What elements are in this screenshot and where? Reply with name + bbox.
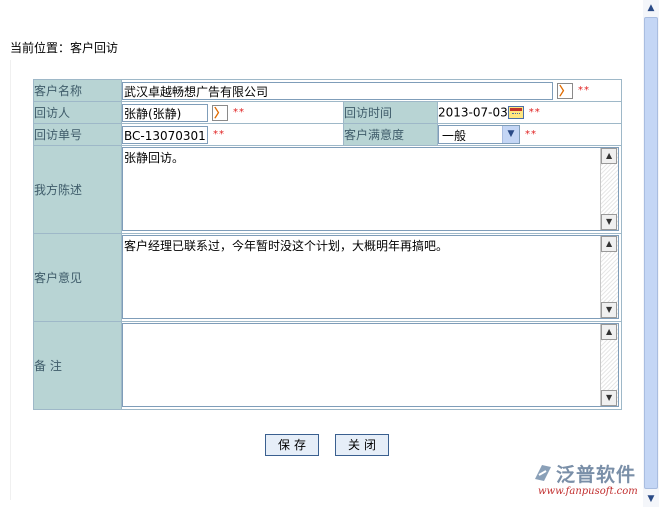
row-customer-opinion: 客户意见 客户经理已联系过，今年暂时没这个计划，大概明年再搞吧。 ▲ ▼ [33,233,623,322]
calendar-icon[interactable] [507,106,524,120]
customer-opinion-label: 客户意见 [33,233,122,322]
logo-name: 泛普软件 [556,464,637,486]
visit-no-cell: BC-13070301 ** [121,123,344,146]
visit-time-label: 回访时间 [343,101,438,124]
satisfaction-label: 客户满意度 [343,123,438,146]
scrollbar-thumb[interactable] [644,17,658,489]
satisfaction-cell: 一般 ▼ ** [436,123,623,146]
visitor-field[interactable]: 张静(张静) [122,103,208,122]
chevron-up-icon[interactable]: ▲ [643,0,659,16]
visit-form-table: 客户名称 武汉卓越畅想广告有限公司〉 ** 回访人 张静(张静) 〉 ** 回访时间 … [33,79,623,410]
page-scrollbar[interactable]: ▲ ▼ [643,0,659,507]
satisfaction-value: 一般 [442,129,467,143]
customer-opinion-text: 客户经理已联系过，今年暂时没这个计划，大概明年再搞吧。 [124,239,449,253]
scroll-down-icon[interactable]: ▼ [601,390,618,406]
logo-url: www.fanpusoft.com [538,486,638,497]
customer-name-label: 客户名称 [33,79,122,102]
textarea-scrollbar[interactable]: ▲ ▼ [600,148,619,230]
required-mark: ** [233,107,245,118]
scroll-down-icon[interactable]: ▼ [601,302,618,318]
close-button[interactable]: 关闭 [335,434,389,456]
visit-no-label: 回访单号 [33,123,122,146]
select-customer-button[interactable]: 〉 [557,82,573,99]
scroll-up-icon[interactable]: ▲ [601,236,618,252]
required-mark: ** [528,107,541,119]
select-visitor-button[interactable]: 〉 [212,104,228,121]
textarea-scrollbar[interactable]: ▲ ▼ [600,236,619,318]
customer-name-field[interactable]: 武汉卓越畅想广告有限公司 [122,81,553,100]
our-statement-cell: 张静回访。 ▲ ▼ [120,145,623,234]
row-visitor: 回访人 张静(张静) 〉 ** 回访时间 2013-07-03 ** [33,101,623,124]
customer-opinion-textarea[interactable]: 客户经理已联系过，今年暂时没这个计划，大概明年再搞吧。 ▲ ▼ [122,235,620,319]
logo-icon [535,465,551,481]
required-mark: ** [578,85,590,96]
breadcrumb: 当前位置：客户回访 [10,41,119,55]
row-our-statement: 我方陈述 张静回访。 ▲ ▼ [33,145,623,234]
save-button[interactable]: 保存 [265,434,319,456]
row-visit-no: 回访单号 BC-13070301 ** 客户满意度 一般 ▼ ** [33,123,623,146]
satisfaction-select[interactable]: 一般 ▼ [438,125,520,144]
our-statement-label: 我方陈述 [33,145,122,234]
visitor-cell: 张静(张静) 〉 ** [121,101,344,124]
visitor-label: 回访人 [33,101,122,124]
required-mark: ** [213,129,225,140]
required-mark: ** [525,129,537,140]
textarea-scrollbar[interactable]: ▲ ▼ [600,324,619,406]
visit-time-field[interactable]: 2013-07-03 [438,106,508,120]
row-customer-name: 客户名称 武汉卓越畅想广告有限公司〉 ** [33,79,623,102]
remarks-cell: ▲ ▼ [120,321,623,410]
customer-opinion-cell: 客户经理已联系过，今年暂时没这个计划，大概明年再搞吧。 ▲ ▼ [120,233,623,322]
customer-name-cell: 武汉卓越畅想广告有限公司〉 ** [120,79,623,102]
chevron-down-icon[interactable]: ▼ [502,126,519,143]
our-statement-text: 张静回访。 [124,151,185,165]
remarks-label: 备 注 [33,321,122,410]
remarks-textarea[interactable]: ▲ ▼ [122,323,620,407]
brand-logo: 泛普软件 www.fanpusoft.com [532,460,660,500]
scroll-up-icon[interactable]: ▲ [601,148,618,164]
row-remarks: 备 注 ▲ ▼ [33,321,623,410]
visit-time-cell: 2013-07-03 ** [436,101,623,124]
our-statement-textarea[interactable]: 张静回访。 ▲ ▼ [122,147,620,231]
visit-no-field[interactable]: BC-13070301 [122,125,208,144]
scroll-down-icon[interactable]: ▼ [601,214,618,230]
scroll-up-icon[interactable]: ▲ [601,324,618,340]
